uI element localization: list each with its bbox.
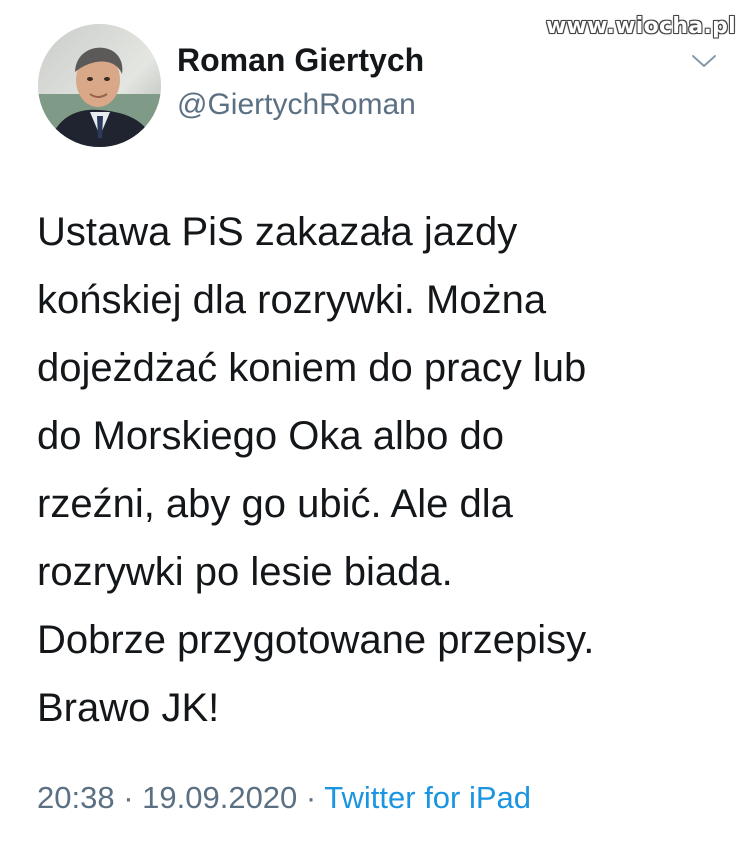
tweet-text-line: Brawo JK!	[37, 686, 220, 730]
author-display-name[interactable]: Roman Giertych	[177, 42, 424, 79]
profile-photo	[38, 24, 161, 147]
tweet-text-line: do Morskiego Oka albo do	[37, 414, 504, 458]
author-handle[interactable]: @GiertychRoman	[177, 88, 416, 122]
tweet-metadata: 20:38 · 19.09.2020 · Twitter for iPad	[37, 780, 531, 816]
tweet-text: Ustawa PiS zakazała jazdy końskiej dla r…	[37, 198, 727, 742]
chevron-down-icon[interactable]	[690, 52, 718, 70]
tweet-time[interactable]: 20:38	[37, 780, 115, 815]
meta-separator: ·	[114, 780, 143, 815]
tweet-text-line: dojeżdżać koniem do pracy lub	[37, 346, 587, 390]
tweet-text-line: Ustawa PiS zakazała jazdy	[37, 210, 518, 254]
tweet-text-line: rzeźni, aby go ubić. Ale dla	[37, 482, 513, 526]
tweet-text-line: końskiej dla rozrywki. Można	[37, 278, 547, 322]
tweet-source-link[interactable]: Twitter for iPad	[324, 780, 531, 815]
tweet-text-line: Dobrze przygotowane przepisy.	[37, 618, 595, 662]
watermark-logo: www.wiocha.pl	[546, 14, 736, 39]
meta-separator: ·	[297, 780, 325, 815]
tweet-text-line: rozrywki po lesie biada.	[37, 550, 453, 594]
avatar[interactable]	[38, 24, 161, 147]
tweet-date[interactable]: 19.09.2020	[142, 780, 297, 815]
